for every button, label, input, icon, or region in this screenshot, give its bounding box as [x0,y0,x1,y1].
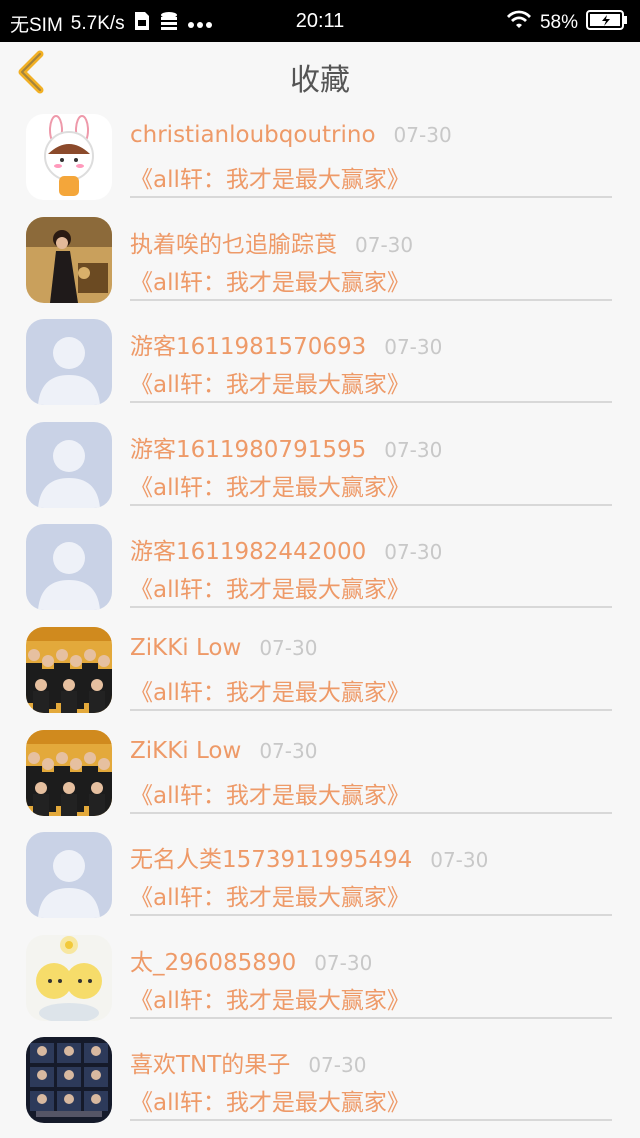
row-divider [130,1016,612,1019]
nav-bar: 收藏 [0,42,640,98]
default-person-avatar[interactable] [26,832,112,919]
battery-icon [586,9,628,37]
status-bar: 无SIM 5.7K/s 20:11 58% [0,0,640,42]
default-person-avatar[interactable] [26,319,112,406]
name-line: 游客1611981570693 07-30 [130,327,612,361]
list-item[interactable]: 太_296085890 07-30 《all轩：我才是最大赢家》 [0,919,640,1022]
default-person-avatar[interactable] [26,421,112,508]
user-name[interactable]: 执着唉的乜追腧踪莨 [130,232,337,258]
group-photo-dark-avatar[interactable] [26,1037,112,1124]
work-title[interactable]: 《all轩：我才是最大赢家》 [130,570,410,604]
row-divider [130,1119,612,1122]
user-name[interactable]: ZiKKi Low [130,635,241,661]
item-date: 07-30 [314,950,373,975]
work-title[interactable]: 《all轩：我才是最大赢家》 [130,468,410,502]
user-name[interactable]: ZiKKi Low [130,738,241,764]
page-title: 收藏 [290,63,350,98]
name-line: 执着唉的乜追腧踪莨 07-30 [130,225,612,259]
name-line: 游客1611980791595 07-30 [130,430,612,464]
name-line: 无名人类1573911995494 07-30 [130,840,612,874]
row-divider [130,196,612,198]
item-date: 07-30 [430,848,489,873]
row-divider [130,401,612,404]
anime-pikachu-avatar[interactable] [26,934,112,1021]
battery-percent: 58% [539,12,578,33]
user-name[interactable]: christianloubqoutrino [130,122,376,148]
status-right: 58% [506,9,628,37]
default-person-avatar[interactable] [26,524,112,611]
list-item[interactable]: 游客1611981570693 07-30 《all轩：我才是最大赢家》 [0,303,640,406]
work-title[interactable]: 《all轩：我才是最大赢家》 [130,263,410,297]
user-name[interactable]: 喜欢TNT的果子 [130,1052,290,1078]
work-title[interactable]: 《all轩：我才是最大赢家》 [130,673,410,707]
row-divider [130,606,612,609]
item-date: 07-30 [384,540,443,565]
item-date: 07-30 [355,232,414,257]
name-line: ZiKKi Low 07-30 [130,635,612,661]
list-item[interactable]: christianloubqoutrino 07-30 《all轩：我才是最大赢家》 [0,98,640,201]
list-item[interactable]: ZiKKi Low 07-30 《all轩：我才是最大赢家》 [0,611,640,714]
item-date: 07-30 [308,1053,367,1078]
group-photo-avatar[interactable] [26,626,112,713]
photo-woman-avatar[interactable] [26,216,112,303]
name-line: 喜欢TNT的果子 07-30 [130,1045,612,1079]
name-line: 游客1611982442000 07-30 [130,532,612,566]
wifi-icon [506,10,532,36]
work-title[interactable]: 《all轩：我才是最大赢家》 [130,878,410,912]
item-date: 07-30 [384,437,443,462]
list-item[interactable]: 执着唉的乜追腧踪莨 07-30 《all轩：我才是最大赢家》 [0,201,640,304]
row-divider [130,298,612,301]
list-item[interactable]: 喜欢TNT的果子 07-30 《all轩：我才是最大赢家》 [0,1021,640,1124]
row-divider [130,811,612,814]
work-title[interactable]: 《all轩：我才是最大赢家》 [130,776,410,810]
name-line: 太_296085890 07-30 [130,943,612,977]
item-date: 07-30 [393,123,452,147]
row-divider [130,503,612,506]
user-name[interactable]: 太_296085890 [130,950,296,976]
bunny-girl-avatar[interactable] [26,114,112,200]
user-name[interactable]: 游客1611980791595 [130,437,366,463]
name-line: christianloubqoutrino 07-30 [130,122,612,148]
item-date: 07-30 [259,738,318,763]
item-date: 07-30 [384,335,443,360]
user-name[interactable]: 游客1611982442000 [130,539,366,565]
favorites-list: christianloubqoutrino 07-30 《all轩：我才是最大赢家》… [0,98,640,1124]
list-item[interactable]: 无名人类1573911995494 07-30 《all轩：我才是最大赢家》 [0,816,640,919]
name-line: ZiKKi Low 07-30 [130,738,612,764]
list-item[interactable]: 游客1611982442000 07-30 《all轩：我才是最大赢家》 [0,508,640,611]
work-title[interactable]: 《all轩：我才是最大赢家》 [130,160,410,194]
item-date: 07-30 [259,635,318,660]
list-item[interactable]: ZiKKi Low 07-30 《all轩：我才是最大赢家》 [0,714,640,817]
work-title[interactable]: 《all轩：我才是最大赢家》 [130,1083,410,1117]
user-name[interactable]: 游客1611981570693 [130,334,366,360]
work-title[interactable]: 《all轩：我才是最大赢家》 [130,365,410,399]
work-title[interactable]: 《all轩：我才是最大赢家》 [130,981,410,1015]
user-name[interactable]: 无名人类1573911995494 [130,847,412,873]
row-divider [130,914,612,917]
group-photo-avatar[interactable] [26,729,112,816]
row-divider [130,708,612,711]
list-item[interactable]: 游客1611980791595 07-30 《all轩：我才是最大赢家》 [0,406,640,509]
